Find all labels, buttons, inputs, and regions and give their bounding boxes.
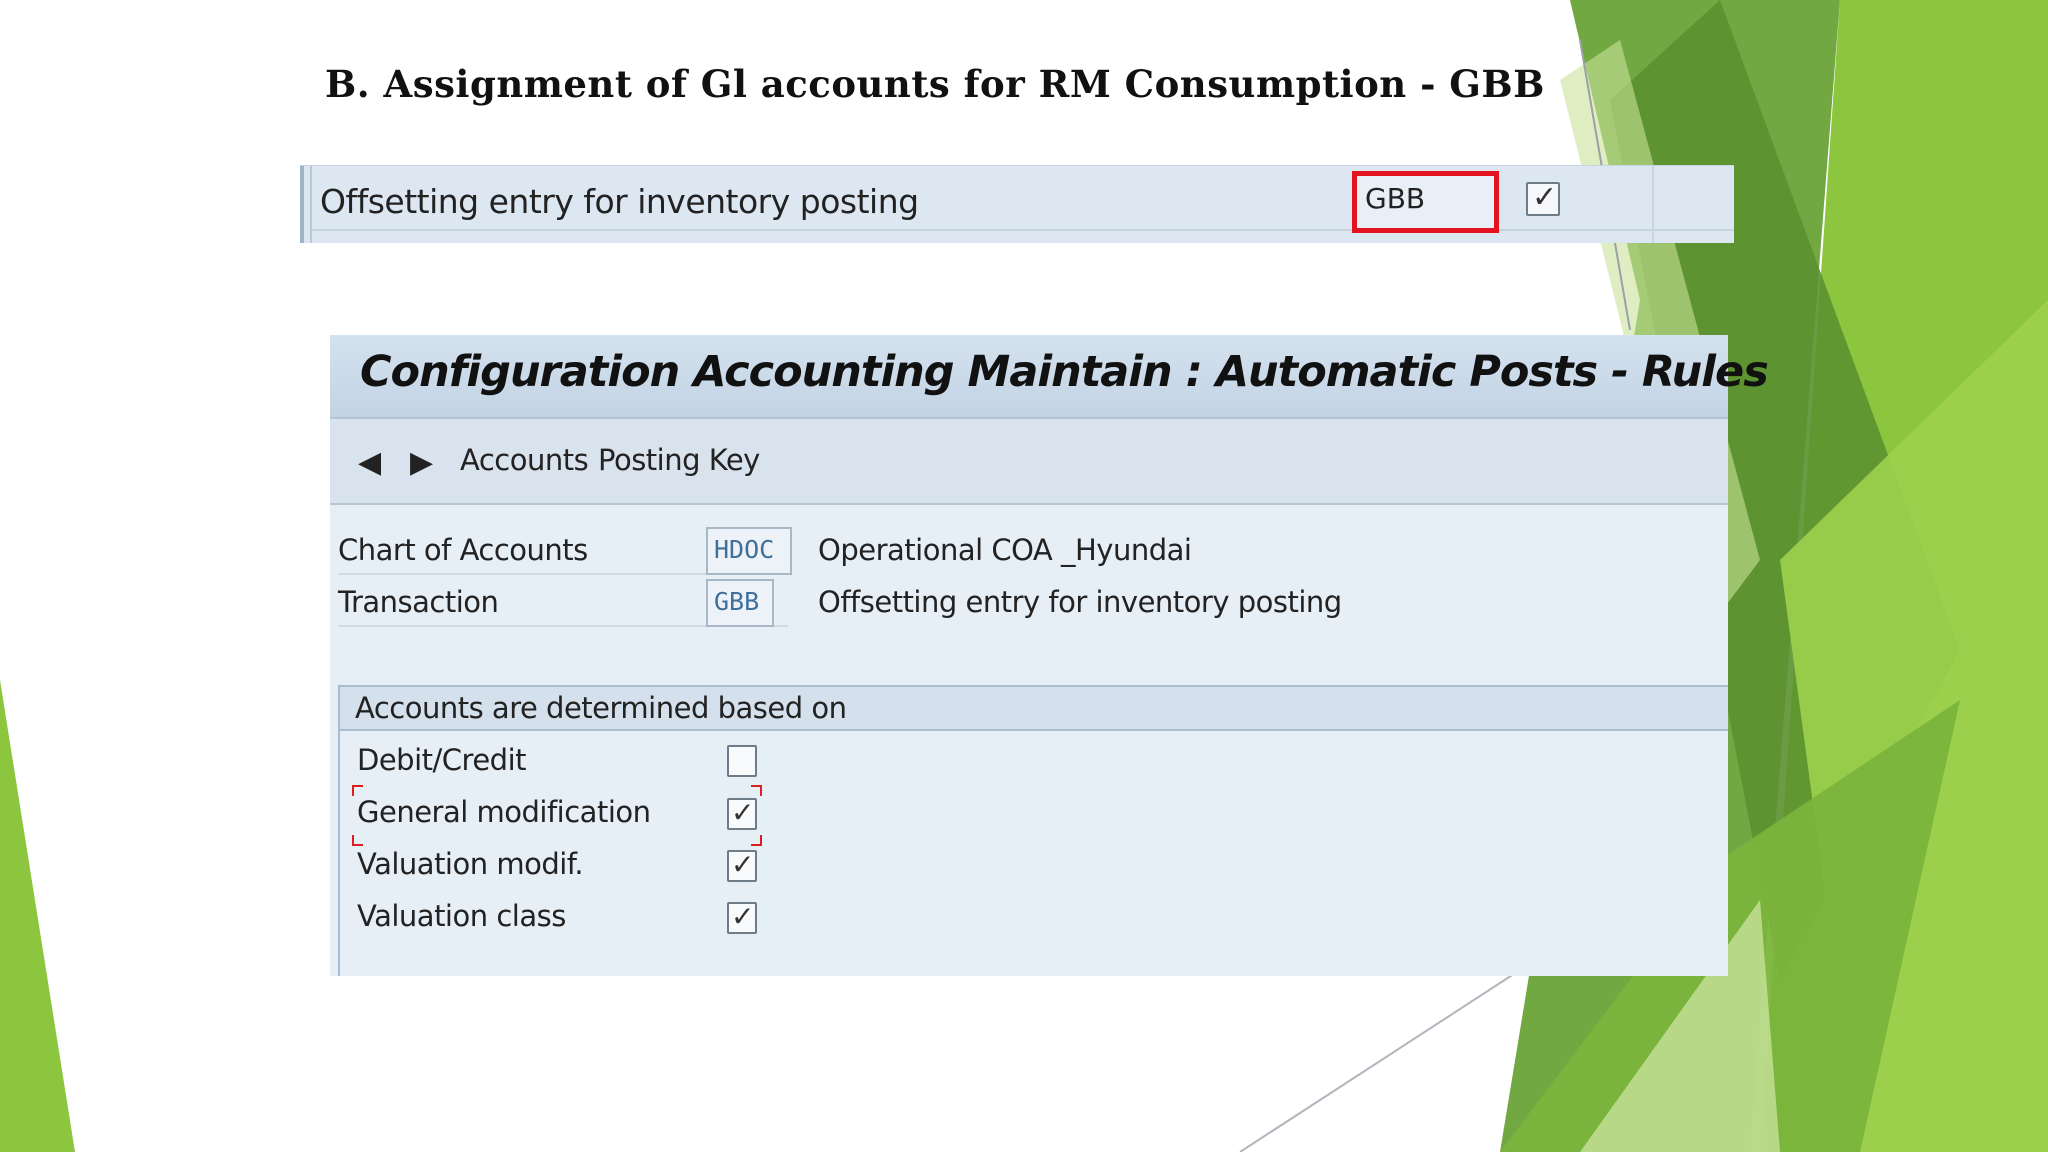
transaction-row: Offsetting entry for inventory posting G… [300,165,1734,243]
posting-key-button[interactable]: Posting Key [598,443,760,477]
focus-corner-marker [751,835,762,846]
transaction-value: GBB [714,587,760,616]
transaction-code-field[interactable]: GBB [1352,171,1499,233]
arrow-left-icon[interactable]: ◀ [358,445,381,480]
valuation-modif-checkbox[interactable]: ✓ [727,848,757,882]
valuation-class-checkbox[interactable]: ✓ [727,900,757,934]
sap-config-panel: Configuration Accounting Maintain : Auto… [330,335,1769,976]
row-left-border [300,166,304,243]
slide-title: B. Assignment of Gl accounts for RM Cons… [325,62,1545,106]
checkmark-icon: ✓ [1532,180,1558,215]
checkmark-icon: ✓ [731,900,755,933]
focus-corner-marker [751,785,762,796]
chart-of-accounts-field[interactable]: HDOC [706,527,792,575]
debit-credit-checkbox[interactable] [727,745,757,777]
checkmark-icon: ✓ [731,796,755,829]
accounts-button[interactable]: Accounts [460,443,589,477]
arrow-right-icon[interactable]: ▶ [410,445,433,480]
general-modification-checkbox[interactable]: ✓ [727,796,757,830]
transaction-description: Offsetting entry for inventory posting [320,182,919,221]
column-separator [1652,166,1654,243]
valuation-class-label: Valuation class [357,899,566,933]
panel-title-bar: Configuration Accounting Maintain : Auto… [330,335,1769,419]
chart-of-accounts-label: Chart of Accounts [338,533,588,567]
determination-group-title: Accounts are determined based on [355,691,847,725]
row-divider [312,229,1734,231]
transaction-checkbox[interactable]: ✓ [1526,180,1560,216]
determination-group-header: Accounts are determined based on [340,685,1728,731]
transaction-field-description: Offsetting entry for inventory posting [818,585,1342,619]
transaction-label: Transaction [338,585,499,619]
group-left-border [338,685,340,976]
checkmark-icon: ✓ [731,848,755,881]
focus-corner-marker [352,835,363,846]
transaction-field[interactable]: GBB [706,579,774,627]
toolbar: ◀ ▶ Accounts Posting Key [330,419,1728,505]
general-modification-label: General modification [357,795,651,829]
row-left-border-inner [310,166,312,243]
chart-of-accounts-value: HDOC [714,535,775,564]
transaction-code-value: GBB [1365,182,1426,215]
panel-title: Configuration Accounting Maintain : Auto… [360,347,1769,397]
debit-credit-label: Debit/Credit [357,743,527,777]
chart-of-accounts-description: Operational COA _Hyundai [818,533,1192,567]
focus-corner-marker [352,785,363,796]
valuation-modif-label: Valuation modif. [357,847,584,881]
